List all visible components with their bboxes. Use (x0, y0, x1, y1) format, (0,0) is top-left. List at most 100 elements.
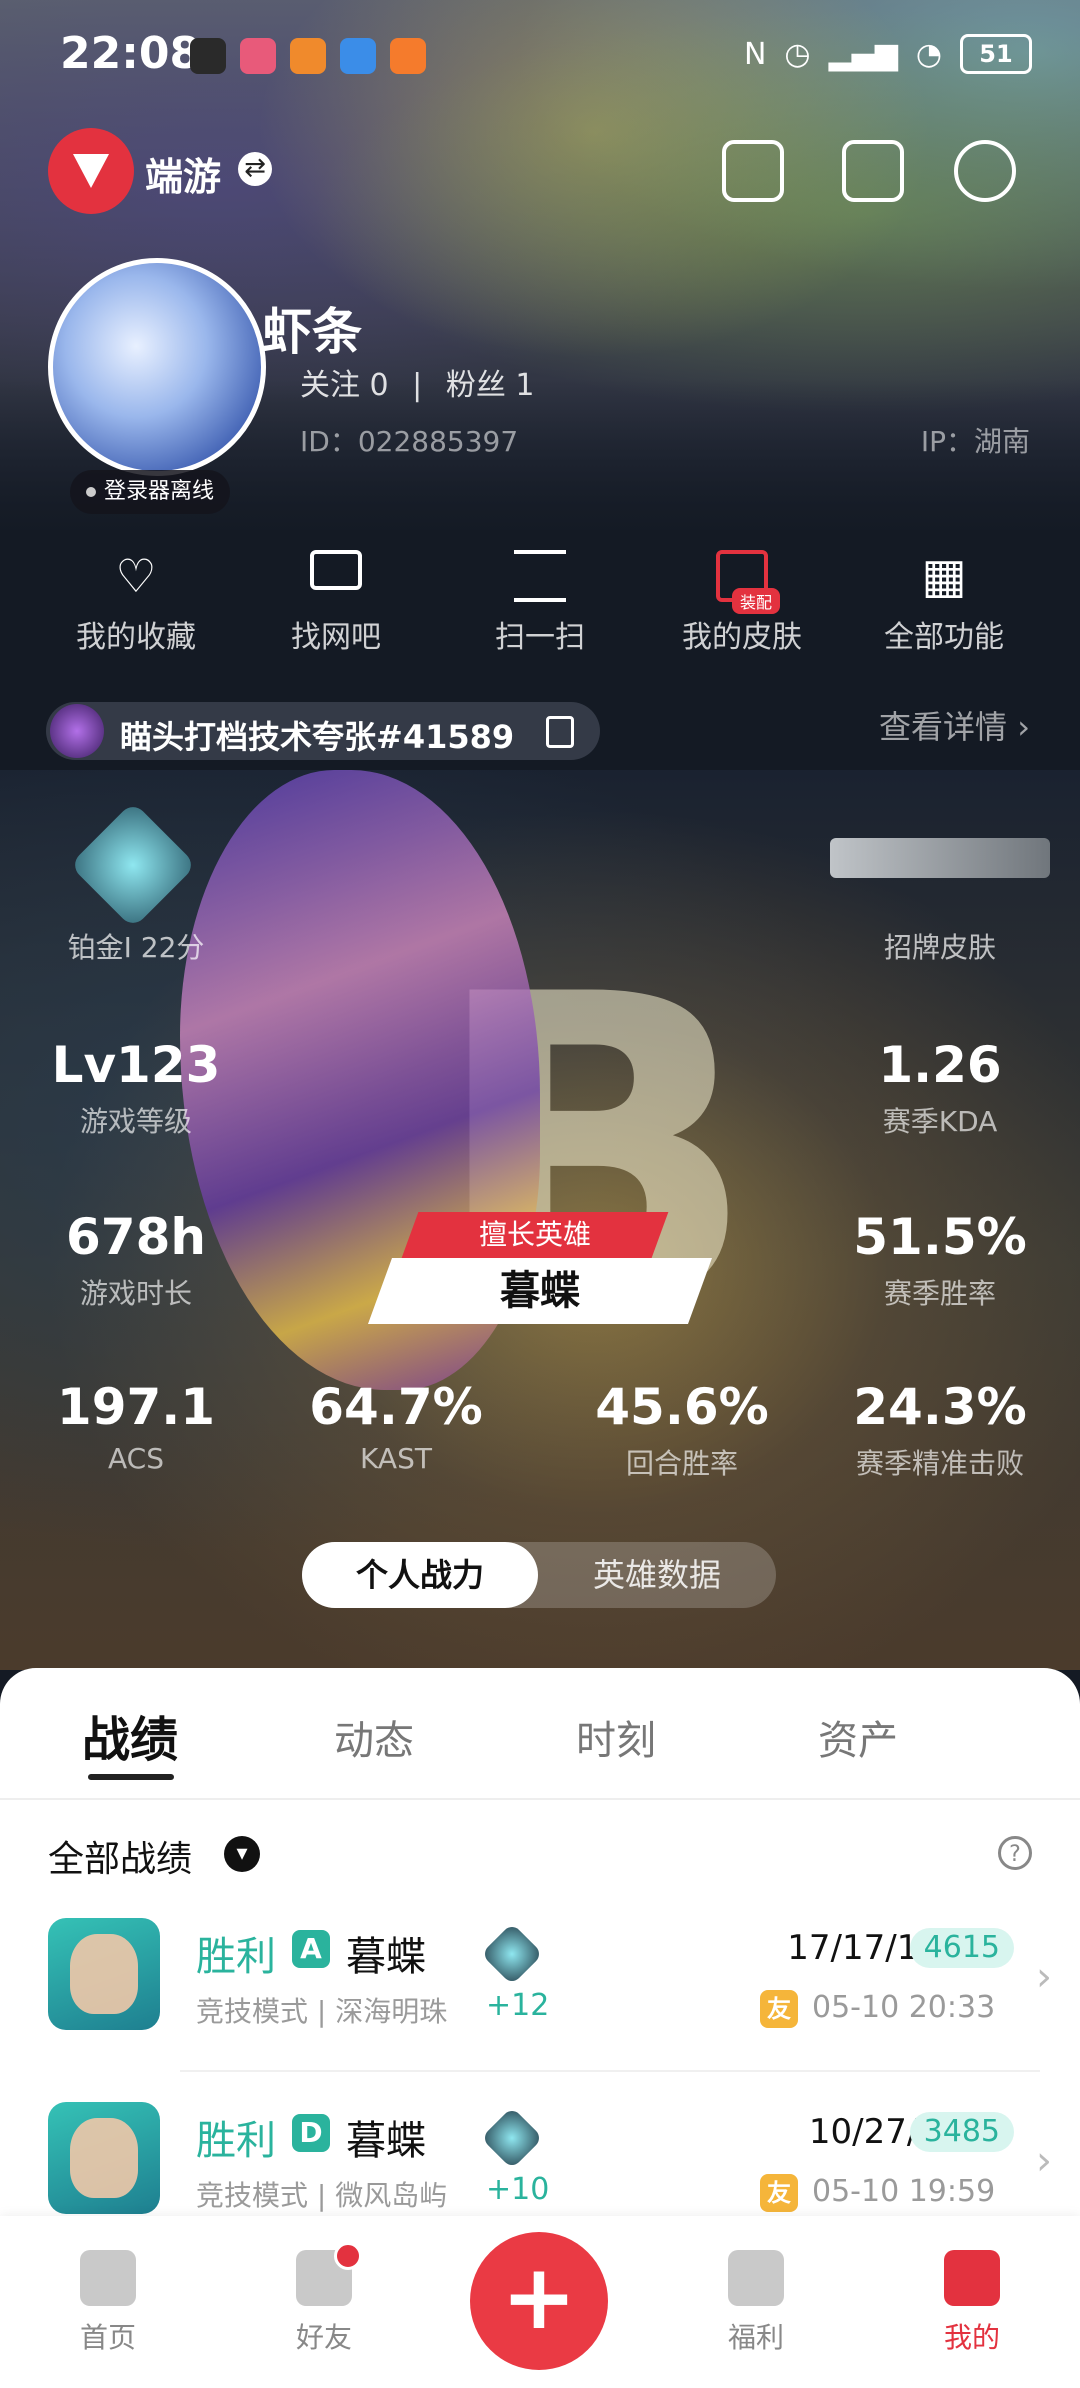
monitor-icon (310, 550, 362, 590)
hours-label: 游戏时长 (79, 1277, 192, 1310)
nav-friends[interactable]: 好友 (244, 2242, 404, 2356)
nav-profile[interactable]: 我的 (892, 2250, 1052, 2356)
kast-label: KAST (360, 1442, 432, 1475)
kda-value: 1.26 (878, 1036, 1002, 1094)
quick-find-cafe[interactable]: 找网吧 (228, 550, 444, 656)
tab-assets[interactable]: 资产 (818, 1708, 898, 1766)
winrate-value: 51.5% (853, 1208, 1027, 1266)
launcher-status: 登录器离线 (70, 470, 231, 514)
rank-icon (480, 1922, 544, 1986)
status-time: 22:08 (60, 28, 201, 79)
username: 虾条 (262, 303, 362, 361)
valorant-v-icon (73, 154, 109, 188)
followers-count[interactable]: 粉丝 1 (446, 368, 535, 403)
skin-icon: 装配 (716, 550, 781, 614)
battery-indicator: 51 (960, 34, 1032, 74)
kast-value: 64.7% (309, 1378, 483, 1436)
rank-delta: +12 (486, 1988, 550, 2023)
hours-value: 678h (66, 1208, 206, 1266)
friend-badge: 友 (760, 1990, 798, 2028)
app-icon (240, 38, 276, 74)
main-agent-tag-text: 擅长英雄 (478, 1218, 591, 1251)
divider (0, 1798, 1080, 1800)
match-result: 胜利 (196, 2118, 276, 2164)
nav-rewards[interactable]: 福利 (676, 2250, 836, 2356)
match-mode: 竞技模式 | 深海明珠 (196, 1995, 448, 2028)
chevron-right-icon: › (1036, 2138, 1052, 2184)
quick-scan[interactable]: 扫一扫 (432, 550, 648, 656)
tab-moments[interactable]: 时刻 (576, 1708, 656, 1766)
round-win-label: 回合胜率 (625, 1447, 738, 1480)
nav-label: 福利 (727, 2321, 784, 2354)
quick-label: 扫一扫 (495, 620, 585, 655)
match-mode: 竞技模式 | 微风岛屿 (196, 2179, 448, 2212)
match-time: 05-10 19:59 (812, 2174, 996, 2209)
nfc-icon: N (743, 36, 767, 72)
share-icon[interactable] (842, 140, 904, 202)
quick-skins[interactable]: 装配 我的皮肤 (634, 550, 850, 656)
mode-label[interactable]: 端游 (145, 146, 221, 201)
follow-counts[interactable]: 关注 0 | 粉丝 1 (300, 360, 534, 404)
card-icon[interactable] (722, 140, 784, 202)
tab-feed[interactable]: 动态 (334, 1708, 414, 1766)
qq-icon (190, 38, 226, 74)
avatar[interactable] (48, 258, 266, 476)
nav-home[interactable]: 首页 (28, 2250, 188, 2356)
notification-dot (334, 2242, 362, 2270)
signal-icon: ▂▄▆ (828, 36, 898, 72)
status-dot (86, 487, 96, 497)
match-agent: 暮蝶 (346, 2118, 426, 2164)
winrate-label: 赛季胜率 (883, 1277, 996, 1310)
nav-label: 好友 (295, 2321, 352, 2354)
round-win-value: 45.6% (595, 1378, 769, 1436)
kda-label: 赛季KDA (882, 1105, 998, 1138)
app-icon (390, 38, 426, 74)
match-grade: D (292, 2114, 330, 2152)
agent-avatar (48, 2102, 160, 2214)
friends-icon (296, 2242, 362, 2306)
rank-label: 铂金I 22分 (67, 931, 205, 964)
swap-icon[interactable]: ⇄ (238, 152, 272, 186)
nav-label: 首页 (79, 2321, 136, 2354)
settings-icon[interactable] (954, 140, 1016, 202)
friend-badge: 友 (760, 2174, 798, 2212)
toggle-agent-data[interactable]: 英雄数据 (538, 1542, 776, 1608)
level-value: Lv123 (51, 1036, 221, 1094)
system-status: N ◷ ▂▄▆ ◔ 51 (744, 34, 1032, 74)
quick-favorites[interactable]: ♡ 我的收藏 (28, 550, 244, 656)
notification-icons (190, 38, 426, 74)
weapon-skin-icon (830, 838, 1050, 878)
main-agent-name[interactable]: 暮蝶 (367, 1258, 713, 1324)
precision-label: 赛季精准击败 (855, 1447, 1024, 1480)
match-agent: 暮蝶 (346, 1934, 426, 1980)
divider (180, 2070, 1040, 2072)
chevron-right-icon: › (1036, 1954, 1052, 2000)
nav-label: 我的 (943, 2321, 1000, 2354)
quick-all-features[interactable]: ▦ 全部功能 (836, 550, 1052, 656)
copy-icon[interactable] (546, 716, 574, 748)
help-icon[interactable]: ? (998, 1836, 1032, 1870)
level-label: 游戏等级 (79, 1105, 192, 1138)
chevron-down-icon[interactable]: ▾ (224, 1836, 260, 1872)
riot-id-row[interactable]: 瞄头打档技术夸张#41589 (46, 702, 600, 760)
alarm-icon: ◷ (784, 36, 811, 72)
quick-label: 全部功能 (884, 620, 1004, 655)
record-filter[interactable]: 全部战绩 (48, 1830, 192, 1882)
valorant-logo[interactable] (48, 128, 134, 214)
main-agent-name-text: 暮蝶 (500, 1268, 580, 1314)
scan-icon (514, 550, 566, 602)
match-row[interactable]: 胜利 A 暮蝶 竞技模式 | 深海明珠 +12 17/17/12 4615 友 … (0, 1918, 1080, 2098)
riot-avatar (50, 704, 104, 758)
create-post-button[interactable]: + (470, 2232, 608, 2370)
app-icon (290, 38, 326, 74)
match-result: 胜利 (196, 1934, 276, 1980)
following-count[interactable]: 关注 0 (300, 368, 389, 403)
view-details-link[interactable]: 查看详情 › (879, 702, 1030, 748)
main-agent-tag: 擅长英雄 (401, 1212, 669, 1258)
tab-record[interactable]: 战绩 (82, 1700, 178, 1770)
active-tab-indicator (88, 1774, 174, 1780)
quick-label: 找网吧 (291, 620, 381, 655)
gift-icon (728, 2250, 784, 2306)
toggle-personal-power[interactable]: 个人战力 (302, 1542, 538, 1608)
acs-label: ACS (108, 1442, 164, 1475)
